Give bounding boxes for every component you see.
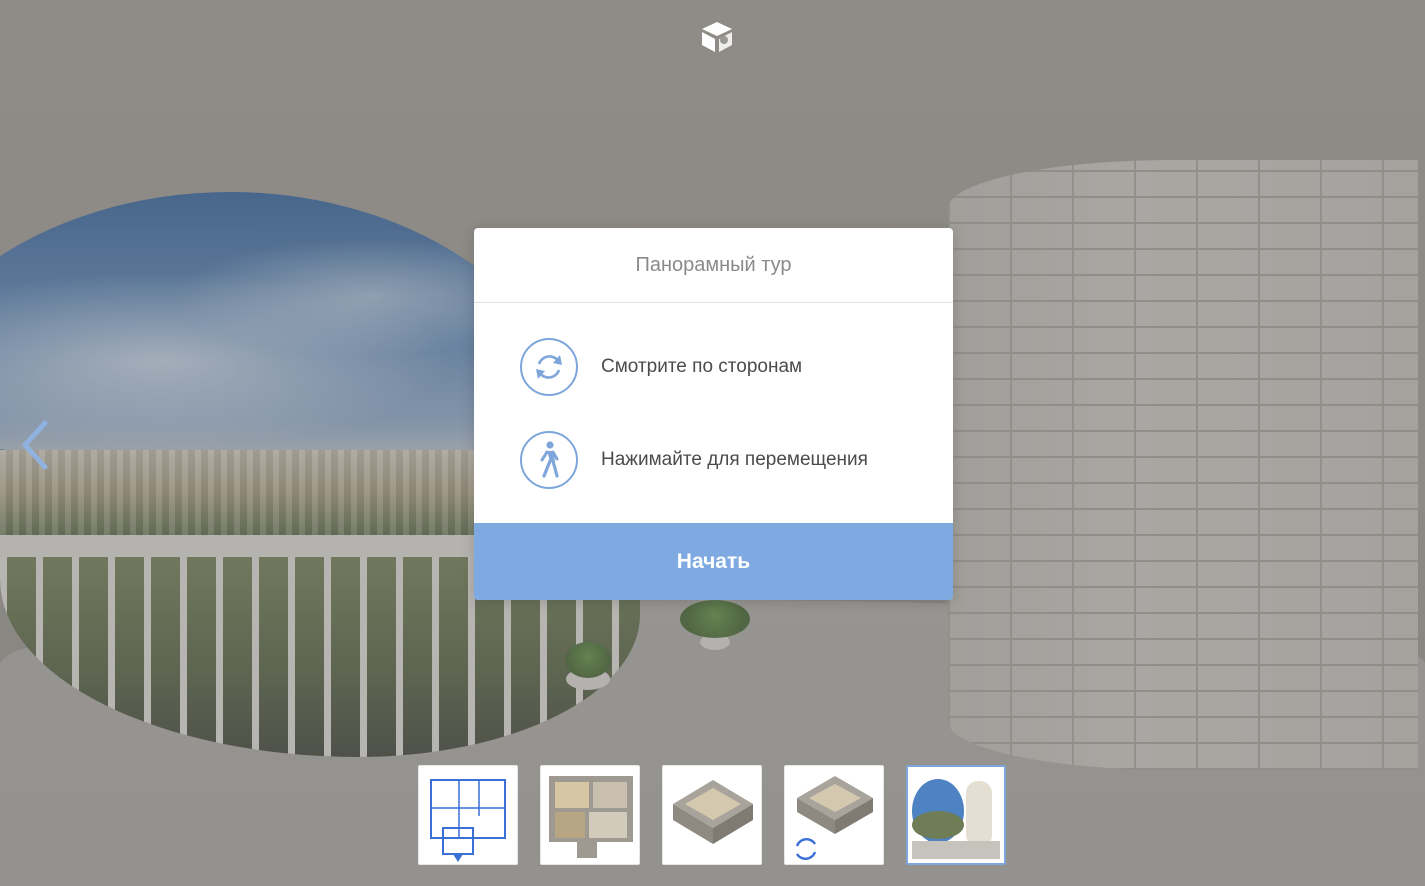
chevron-left-icon[interactable] <box>14 418 54 472</box>
dialog-title: Панорамный тур <box>474 228 953 303</box>
thumbnail-panorama-balcony[interactable] <box>906 765 1006 865</box>
start-button[interactable]: Начать <box>474 523 953 600</box>
hint-move: Нажимайте для перемещения <box>520 431 868 489</box>
thumbnail-floor-plan-3d-rotate[interactable] <box>784 765 884 865</box>
rotate-icon <box>520 338 578 396</box>
thumbnail-floor-plan-3d-top[interactable] <box>540 765 640 865</box>
thumbnail-floor-plan-3d-angle[interactable] <box>662 765 762 865</box>
thumbnail-floor-plan-2d[interactable] <box>418 765 518 865</box>
panorama-tour-dialog: Панорамный тур Смотрите по сторонам Нажи… <box>474 228 953 600</box>
hint-look-around: Смотрите по сторонам <box>520 338 802 396</box>
cube-logo-icon[interactable] <box>699 20 735 54</box>
hint-label: Смотрите по сторонам <box>601 356 803 377</box>
hint-label: Нажимайте для перемещения <box>601 449 868 470</box>
walking-person-icon <box>520 431 578 489</box>
dialog-body: Смотрите по сторонам Нажимайте для перем… <box>474 303 953 524</box>
scene-thumbnails <box>418 765 1006 865</box>
